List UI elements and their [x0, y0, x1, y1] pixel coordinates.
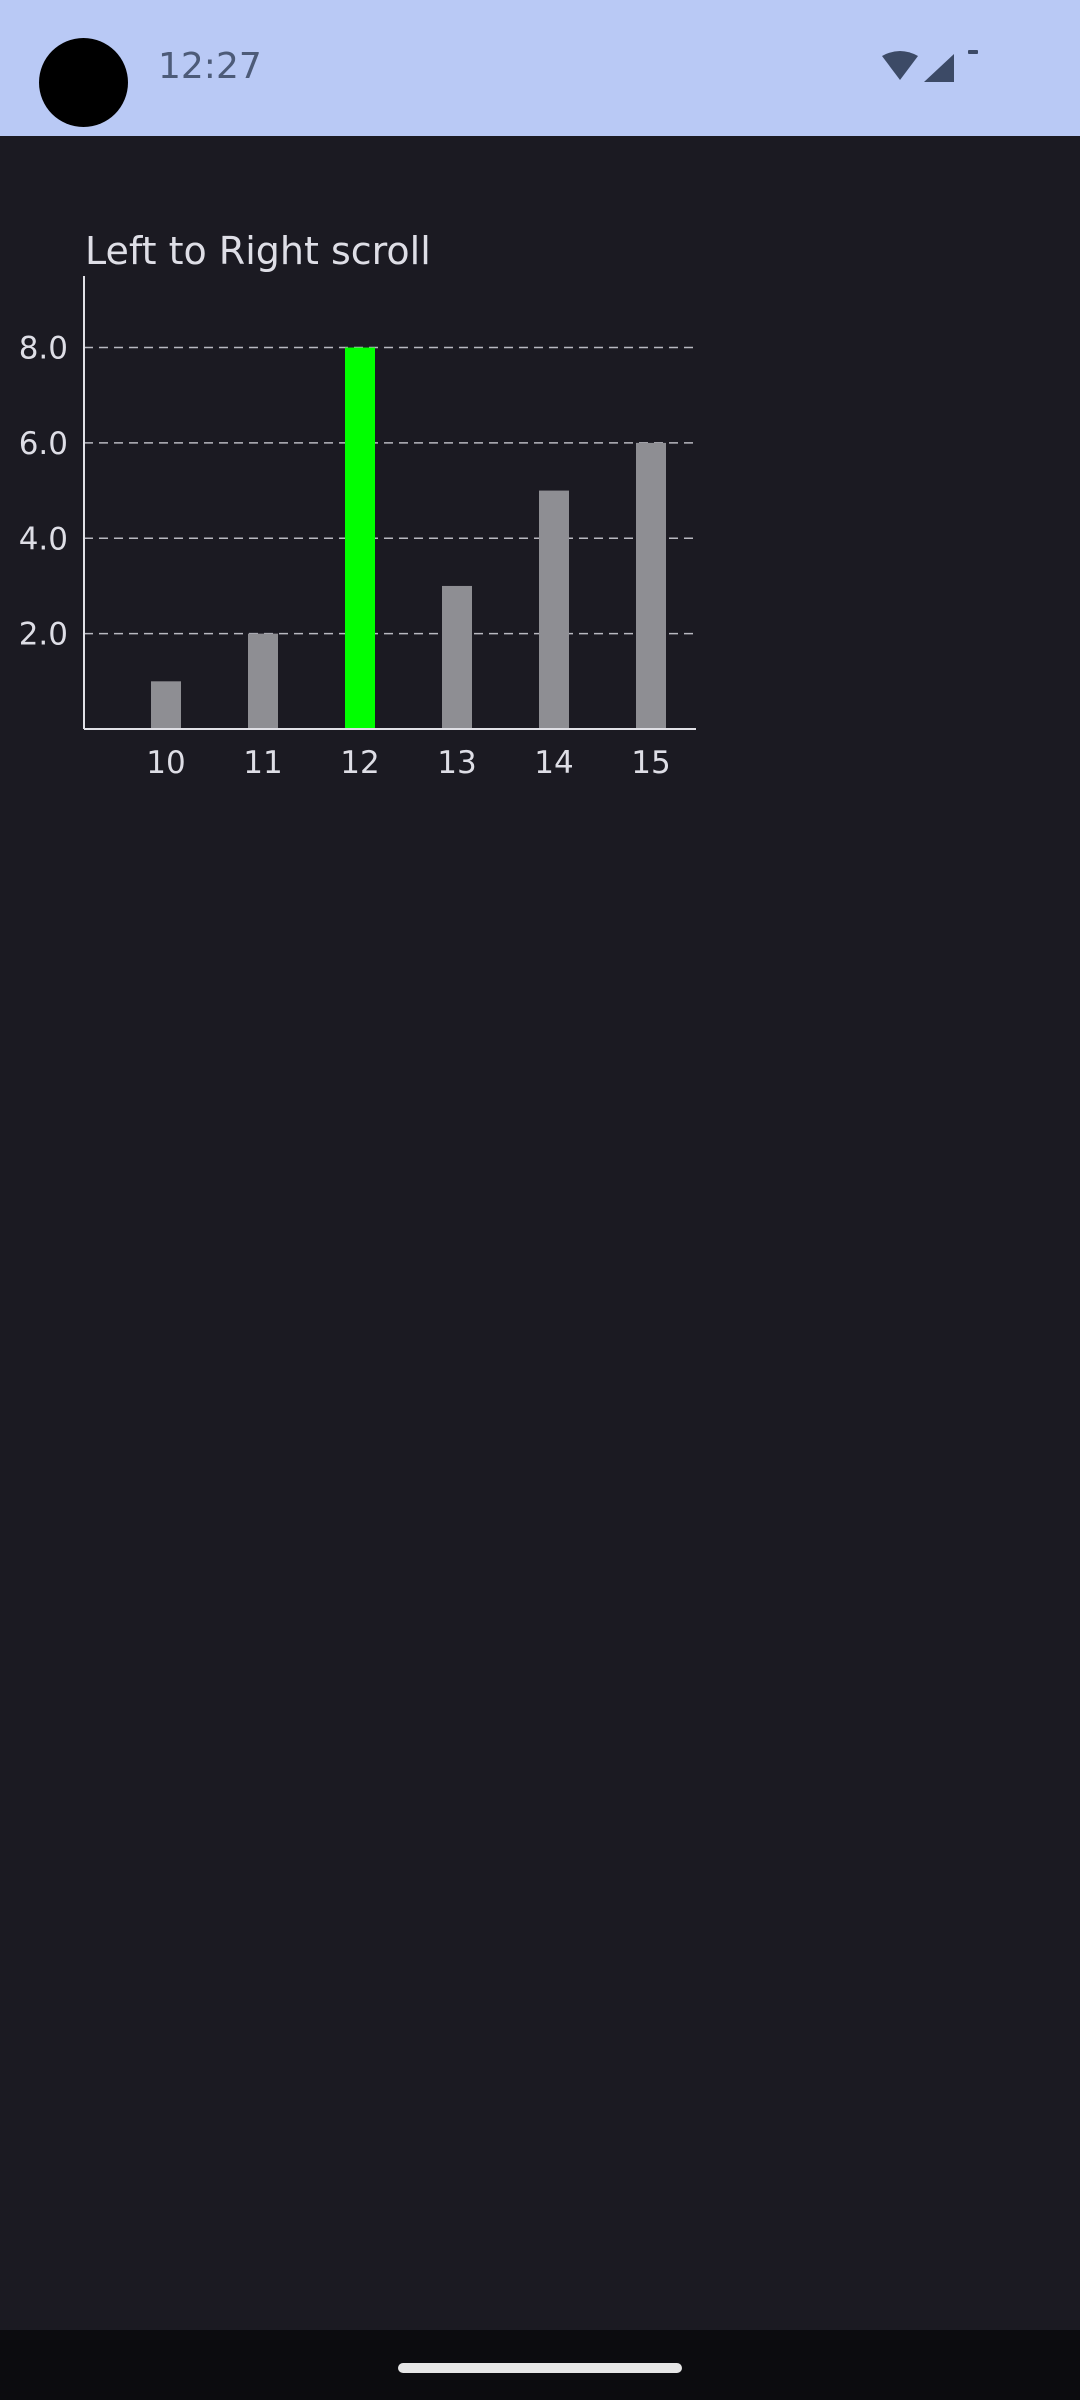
x-tick-label: 15 — [631, 745, 670, 781]
bar[interactable] — [151, 681, 181, 729]
bar[interactable] — [248, 633, 278, 729]
chart-screen: Left to Right scroll 2.0 4.0 6.0 8.0 10 11 12 1… — [0, 136, 1080, 2330]
home-gesture-handle[interactable] — [398, 2363, 682, 2373]
battery-icon — [968, 50, 978, 54]
chart-title: Left to Right scroll — [85, 229, 431, 273]
cellular-signal-icon — [924, 54, 954, 82]
bar-highlighted[interactable] — [345, 347, 375, 729]
y-tick-label: 2.0 — [19, 617, 68, 653]
bar[interactable] — [442, 585, 472, 729]
y-tick-label: 4.0 — [19, 521, 68, 557]
navigation-bar — [0, 2330, 1080, 2400]
status-time: 12:27 — [158, 46, 262, 87]
status-bar: 12:27 — [0, 0, 1080, 136]
x-tick-label: 10 — [146, 745, 185, 781]
y-tick-label: 8.0 — [19, 331, 68, 367]
bar[interactable] — [636, 442, 666, 729]
status-icons — [882, 50, 978, 82]
x-tick-label: 14 — [534, 745, 573, 781]
x-tick-label: 13 — [437, 745, 476, 781]
y-tick-label: 6.0 — [19, 426, 68, 462]
wifi-icon — [882, 51, 918, 80]
bar[interactable] — [539, 490, 569, 729]
x-tick-label: 12 — [340, 745, 379, 781]
bar-chart[interactable]: Left to Right scroll 2.0 4.0 6.0 8.0 10 11 12 1… — [0, 136, 1080, 936]
x-tick-label: 11 — [243, 745, 282, 781]
camera-cutout — [39, 38, 128, 127]
